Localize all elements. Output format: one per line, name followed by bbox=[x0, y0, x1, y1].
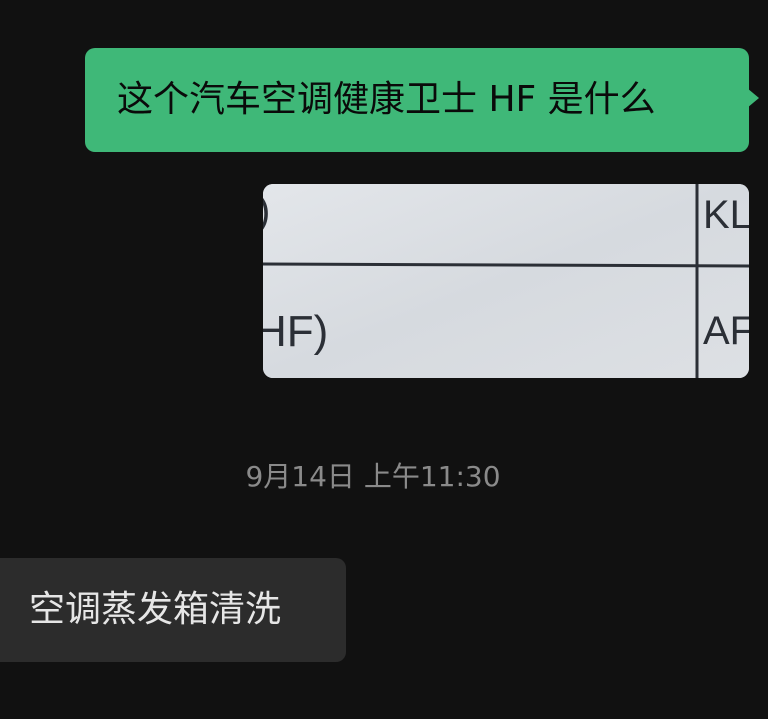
image-message[interactable]: ) HF) KL AF bbox=[263, 184, 749, 378]
bubble-tail bbox=[747, 88, 759, 108]
table-horizontal-line bbox=[263, 262, 749, 268]
outgoing-message-bubble[interactable]: 这个汽车空调健康卫士 HF 是什么 bbox=[85, 48, 759, 152]
fragment-left-top: ) bbox=[263, 189, 270, 233]
fragment-left-bottom: HF) bbox=[263, 307, 328, 356]
fragment-right-bottom: AF bbox=[703, 309, 749, 353]
paper-background bbox=[263, 184, 749, 378]
message-timestamp: 9月14日 上午11:30 bbox=[245, 460, 501, 493]
incoming-message-text: 空调蒸发箱清洗 bbox=[29, 589, 282, 630]
incoming-message-bubble[interactable]: 空调蒸发箱清洗 bbox=[0, 558, 346, 662]
outgoing-message-text: 这个汽车空调健康卫士 HF 是什么 bbox=[117, 79, 656, 120]
photo-crop: ) HF) KL AF bbox=[263, 184, 749, 378]
fragment-right-top: KL bbox=[703, 193, 749, 237]
chat-window: 这个汽车空调健康卫士 HF 是什么 ) HF) KL AF 9月14日 上午11… bbox=[0, 0, 768, 719]
